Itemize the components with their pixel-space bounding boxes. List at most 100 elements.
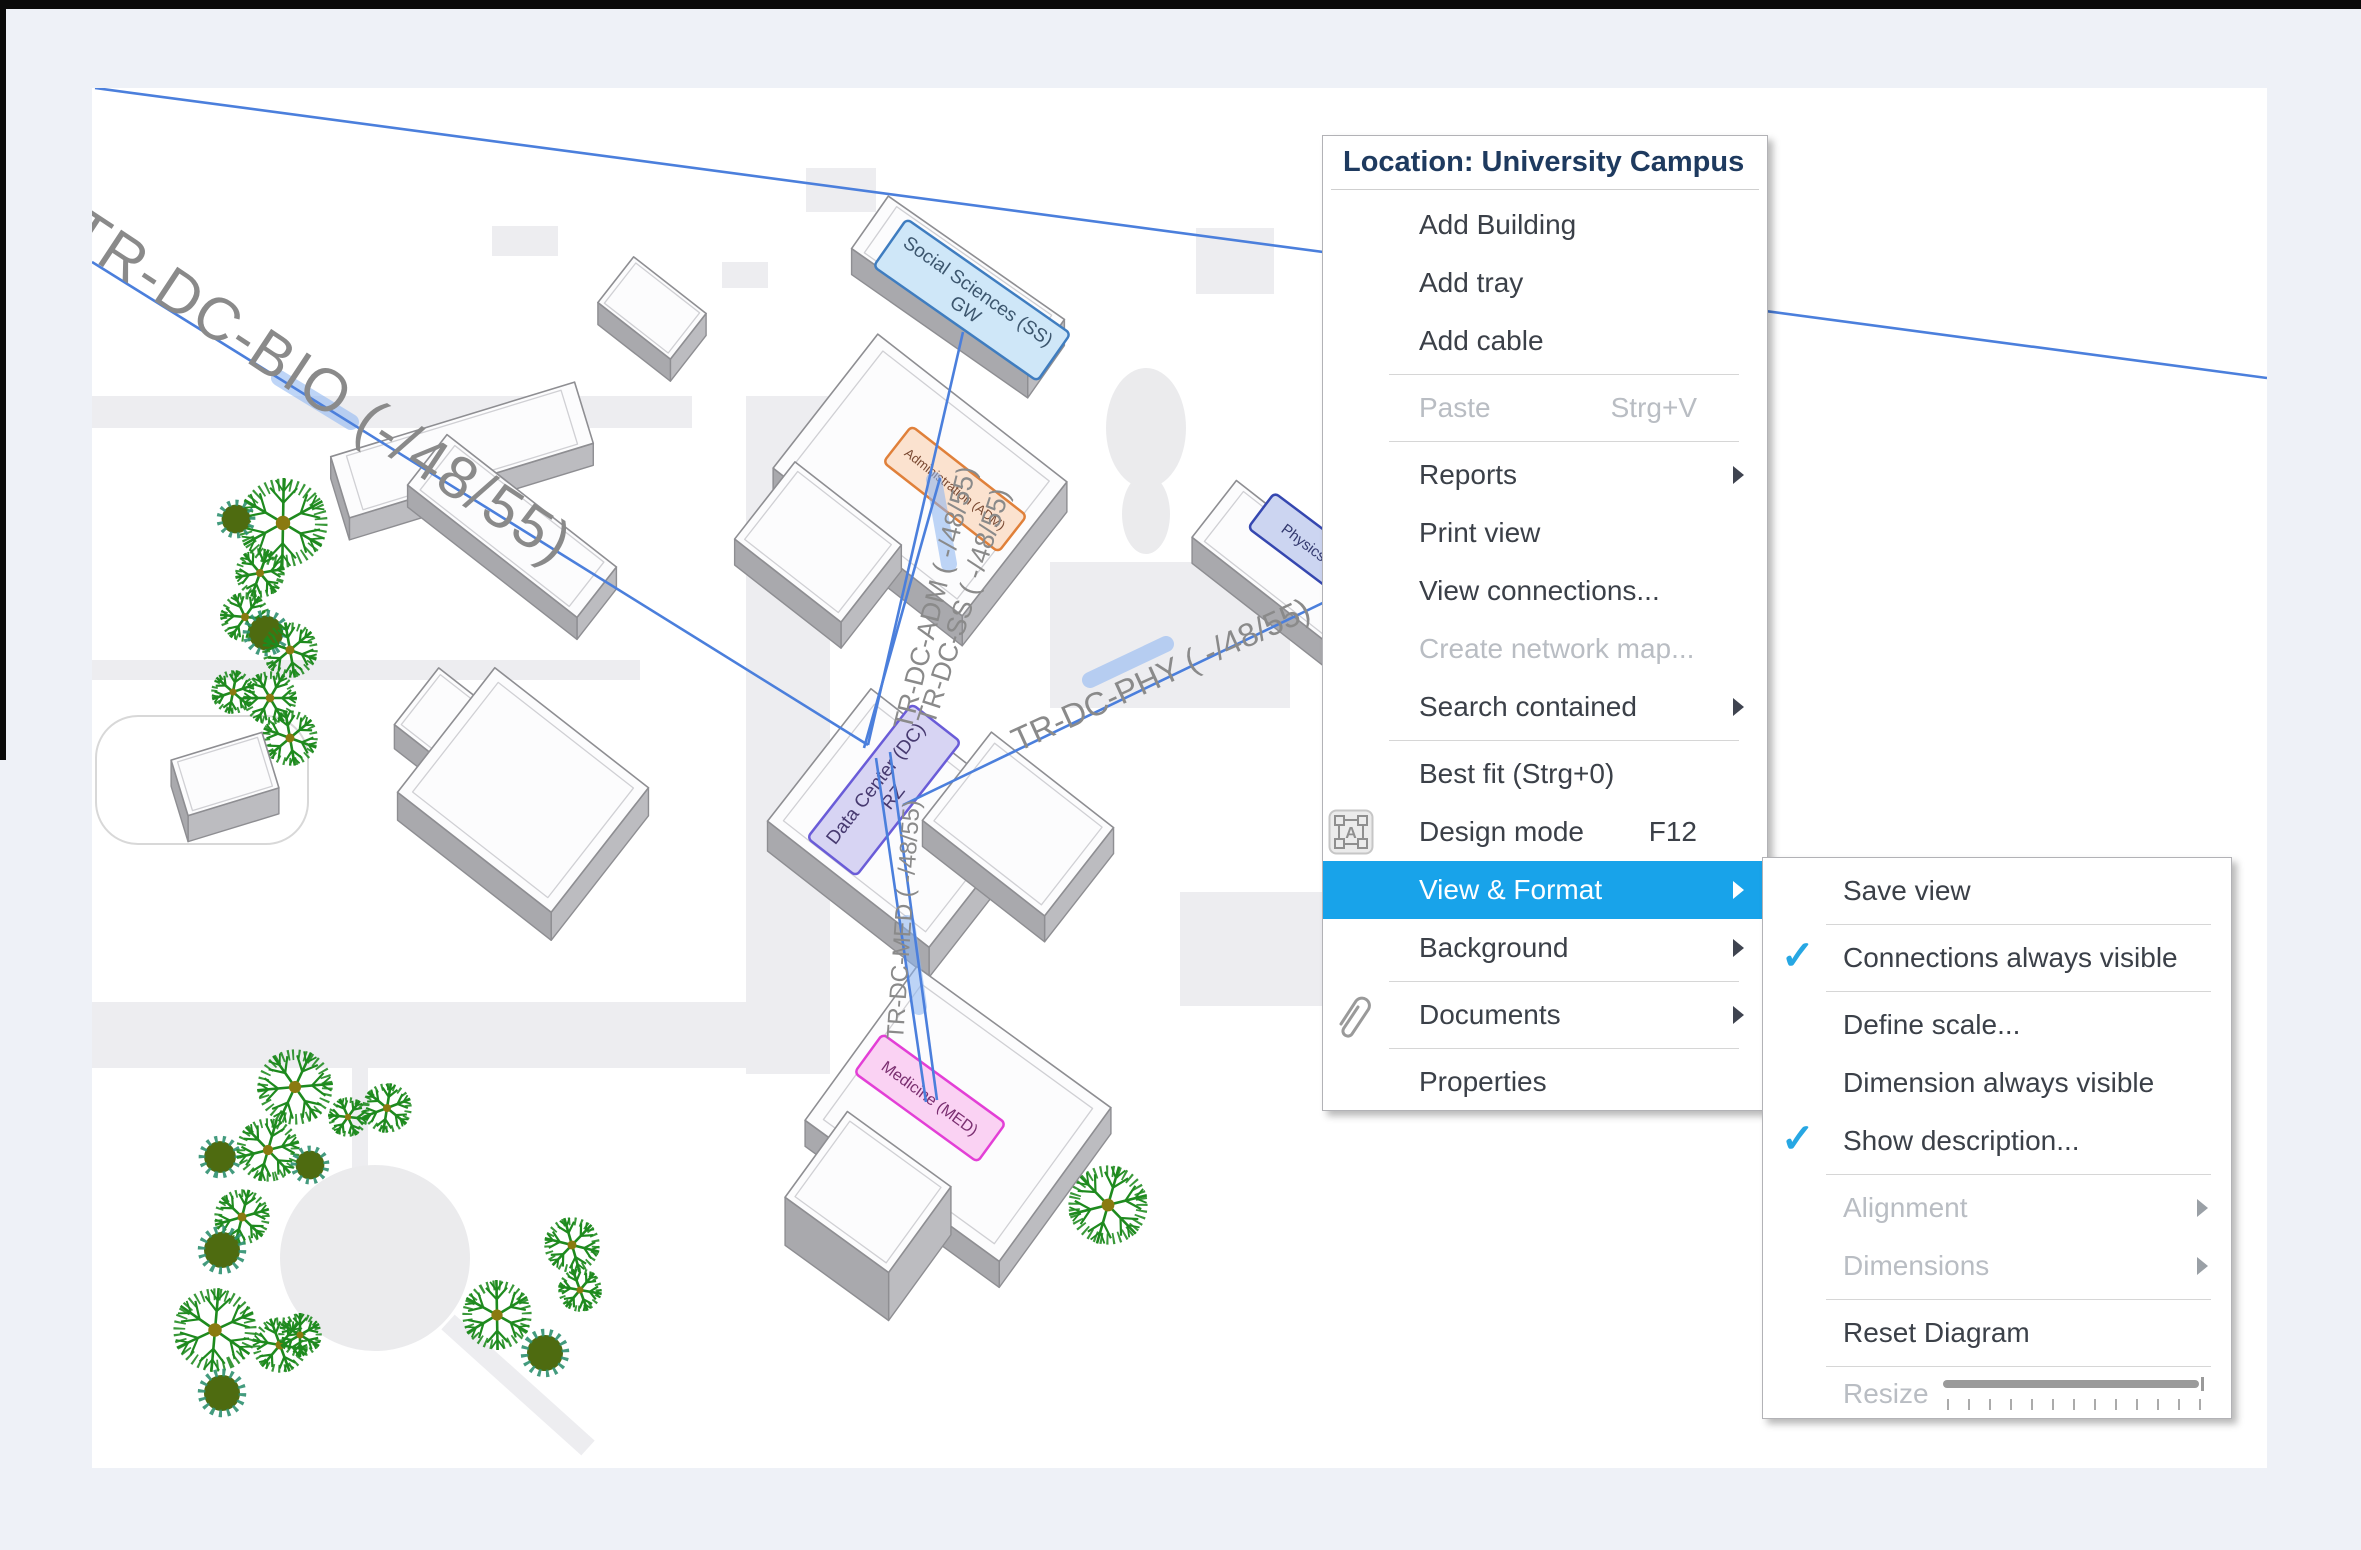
menu-item-show-description[interactable]: ✓ Show description... bbox=[1763, 1112, 2231, 1170]
view-format-submenu: Save view ✓ Connections always visible Defi… bbox=[1762, 857, 2232, 1419]
road-shape bbox=[1196, 228, 1274, 294]
menu-item-label: View & Format bbox=[1419, 874, 1602, 906]
statue-blob-bottom bbox=[1122, 474, 1170, 554]
submenu-arrow-icon bbox=[2197, 1257, 2208, 1275]
menu-item-label: Print view bbox=[1419, 517, 1540, 549]
submenu-arrow-icon bbox=[1733, 466, 1744, 484]
screenshot-root: { "window": { "page_bg": "#eef1f7", "can… bbox=[0, 0, 2361, 1550]
road-shape bbox=[92, 1002, 810, 1068]
tree bbox=[195, 1366, 249, 1420]
menu-item-label: Documents bbox=[1419, 999, 1561, 1031]
menu-item-resize: Resize bbox=[1763, 1371, 2231, 1417]
menu-item-properties[interactable]: Properties bbox=[1323, 1053, 1767, 1111]
window-left-edge bbox=[0, 0, 6, 760]
menu-item-label: Dimensions bbox=[1843, 1250, 1989, 1282]
tree bbox=[199, 1136, 241, 1178]
menu-item-view-connections[interactable]: View connections... bbox=[1323, 562, 1767, 620]
tree bbox=[237, 477, 330, 569]
menu-item-documents[interactable]: Documents bbox=[1323, 986, 1767, 1044]
menu-item-paste: Paste Strg+V bbox=[1323, 379, 1767, 437]
submenu-arrow-icon bbox=[1733, 1006, 1744, 1024]
menu-item-label: Save view bbox=[1843, 875, 1971, 907]
menu-separator bbox=[1763, 1170, 2231, 1179]
menu-item-label: Best fit (Strg+0) bbox=[1419, 758, 1614, 790]
road-shape bbox=[352, 1002, 368, 1170]
menu-item-define-scale[interactable]: Define scale... bbox=[1763, 996, 2231, 1054]
menu-item-add-tray[interactable]: Add tray bbox=[1323, 254, 1767, 312]
resize-slider-ticks bbox=[1947, 1399, 2201, 1410]
menu-item-label: Create network map... bbox=[1419, 633, 1694, 665]
menu-item-label: Add Building bbox=[1419, 209, 1576, 241]
resize-slider bbox=[1943, 1377, 2205, 1415]
menu-separator bbox=[1763, 1295, 2231, 1304]
menu-item-label: Add tray bbox=[1419, 267, 1523, 299]
menu-item-reports[interactable]: Reports bbox=[1323, 446, 1767, 504]
menu-item-add-building[interactable]: Add Building bbox=[1323, 196, 1767, 254]
menu-item-dimension-always-visible[interactable]: Dimension always visible bbox=[1763, 1054, 2231, 1112]
menu-item-save-view[interactable]: Save view bbox=[1763, 862, 2231, 920]
menu-separator bbox=[1763, 987, 2231, 996]
menu-item-label: Search contained bbox=[1419, 691, 1637, 723]
menu-separator bbox=[1323, 977, 1767, 986]
menu-item-label: Connections always visible bbox=[1843, 942, 2178, 974]
submenu-arrow-icon bbox=[1733, 939, 1744, 957]
menu-separator bbox=[1323, 370, 1767, 379]
menu-item-label: Paste bbox=[1419, 392, 1491, 424]
menu-separator bbox=[1763, 1362, 2231, 1371]
menu-separator bbox=[1323, 437, 1767, 446]
submenu-arrow-icon bbox=[1733, 881, 1744, 899]
road-shape bbox=[1180, 892, 1330, 1006]
menu-item-label: Show description... bbox=[1843, 1125, 2080, 1157]
tree bbox=[554, 1264, 605, 1316]
menu-item-label: Reset Diagram bbox=[1843, 1317, 2030, 1349]
context-menu-title: Location: University Campus bbox=[1331, 136, 1759, 190]
menu-item-create-network-map: Create network map... bbox=[1323, 620, 1767, 678]
checkmark-icon: ✓ bbox=[1781, 933, 1815, 979]
paperclip-icon bbox=[1328, 992, 1374, 1038]
design-mode-icon: A bbox=[1328, 809, 1374, 855]
tree bbox=[291, 1146, 329, 1184]
menu-item-shortcut: Strg+V bbox=[1611, 392, 1767, 424]
menu-item-label: Background bbox=[1419, 932, 1568, 964]
checkmark-icon: ✓ bbox=[1781, 1116, 1815, 1162]
road-shape bbox=[722, 262, 768, 288]
building[interactable] bbox=[598, 257, 706, 381]
submenu-arrow-icon bbox=[2197, 1199, 2208, 1217]
menu-item-design-mode[interactable]: A Design mode F12 bbox=[1323, 803, 1767, 861]
tree bbox=[159, 1274, 271, 1387]
menu-separator bbox=[1323, 736, 1767, 745]
svg-text:A: A bbox=[1345, 825, 1357, 842]
menu-item-label: Properties bbox=[1419, 1066, 1547, 1098]
submenu-arrow-icon bbox=[1733, 698, 1744, 716]
road-shape bbox=[492, 226, 558, 256]
menu-item-connections-always-visible[interactable]: ✓ Connections always visible bbox=[1763, 929, 2231, 987]
building[interactable] bbox=[171, 732, 279, 841]
menu-item-alignment: Alignment bbox=[1763, 1179, 2231, 1237]
menu-item-shortcut: F12 bbox=[1649, 816, 1767, 848]
menu-item-label: Define scale... bbox=[1843, 1009, 2020, 1041]
menu-item-add-cable[interactable]: Add cable bbox=[1323, 312, 1767, 370]
menu-item-label: Resize bbox=[1843, 1378, 1929, 1410]
menu-item-best-fit[interactable]: Best fit (Strg+0) bbox=[1323, 745, 1767, 803]
menu-item-dimensions: Dimensions bbox=[1763, 1237, 2231, 1295]
menu-item-background[interactable]: Background bbox=[1323, 919, 1767, 977]
context-menu: Location: University Campus Add Building… bbox=[1322, 135, 1768, 1111]
menu-item-label: Reports bbox=[1419, 459, 1517, 491]
menu-item-label: Dimension always visible bbox=[1843, 1067, 2154, 1099]
menu-item-label: View connections... bbox=[1419, 575, 1660, 607]
window-top-edge bbox=[0, 0, 2361, 9]
menu-item-search-contained[interactable]: Search contained bbox=[1323, 678, 1767, 736]
resize-slider-endcap bbox=[2201, 1377, 2204, 1391]
context-menu-title-label: Location: University Campus bbox=[1343, 146, 1744, 179]
menu-item-print-view[interactable]: Print view bbox=[1323, 504, 1767, 562]
menu-item-label: Add cable bbox=[1419, 325, 1544, 357]
cable-trunk-long[interactable] bbox=[95, 88, 2267, 378]
menu-item-label: Alignment bbox=[1843, 1192, 1968, 1224]
statue-blob-top bbox=[1106, 368, 1186, 488]
menu-separator bbox=[1763, 920, 2231, 929]
pond-walkway bbox=[448, 1322, 588, 1448]
menu-item-reset-diagram[interactable]: Reset Diagram bbox=[1763, 1304, 2231, 1362]
menu-item-label: Design mode bbox=[1419, 816, 1584, 848]
pond bbox=[280, 1165, 470, 1351]
menu-item-view-format[interactable]: View & Format bbox=[1323, 861, 1767, 919]
